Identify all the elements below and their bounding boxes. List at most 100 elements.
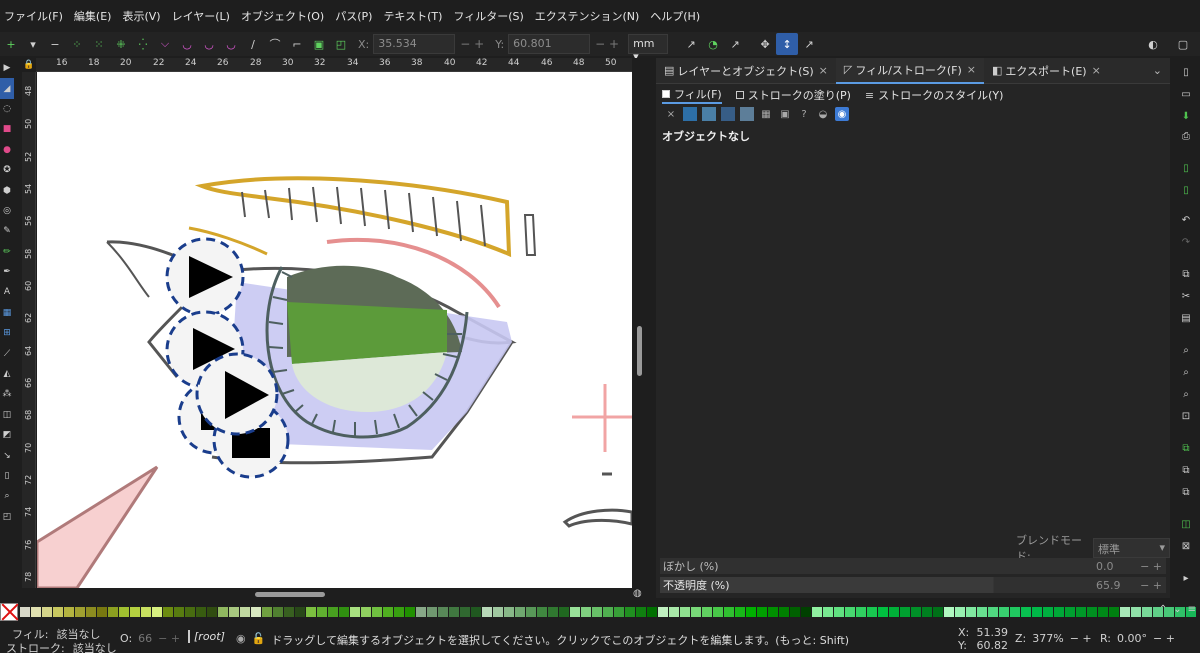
current-layer[interactable]: [root]: [188, 630, 225, 643]
palette-swatch[interactable]: [86, 607, 96, 617]
palette-swatch[interactable]: [867, 607, 877, 617]
node-symmetric-icon[interactable]: ◡: [198, 33, 220, 55]
rotation-stepper[interactable]: − +: [1153, 632, 1175, 645]
delete-node-icon[interactable]: −: [44, 33, 66, 55]
palette-swatch[interactable]: [1065, 607, 1075, 617]
menu-layer[interactable]: レイヤー(L): [172, 8, 230, 24]
pencil-tool-icon[interactable]: ✏: [0, 242, 14, 262]
join-segment-icon[interactable]: ⁜: [110, 33, 132, 55]
text-tool-icon[interactable]: A: [0, 282, 14, 302]
palette-swatch[interactable]: [1087, 607, 1097, 617]
open-document-icon[interactable]: ▭: [1180, 88, 1192, 100]
palette-swatch[interactable]: [966, 607, 976, 617]
palette-swatch[interactable]: [592, 607, 602, 617]
color-managed-icon[interactable]: ◍: [633, 588, 642, 599]
save-icon[interactable]: ⬇: [1180, 110, 1192, 122]
palette-swatch[interactable]: [636, 607, 646, 617]
palette-menu-icon[interactable]: ≡: [1188, 604, 1196, 615]
palette-swatch[interactable]: [504, 607, 514, 617]
mesh-gradient-icon[interactable]: [740, 107, 754, 121]
layer-lock-icon[interactable]: 🔓: [252, 632, 266, 648]
menu-path[interactable]: パス(P): [335, 8, 372, 24]
cut-icon[interactable]: ✂: [1180, 290, 1192, 302]
zoom-page-icon[interactable]: ⌕: [1180, 388, 1192, 400]
spiral-tool-icon[interactable]: ◎: [0, 201, 14, 221]
close-icon[interactable]: ×: [1092, 64, 1101, 77]
palette-swatch[interactable]: [834, 607, 844, 617]
palette-swatch[interactable]: [460, 607, 470, 617]
shape-builder-tool-icon[interactable]: ◫: [0, 405, 14, 425]
palette-swatch[interactable]: [955, 607, 965, 617]
palette-swatch[interactable]: [647, 607, 657, 617]
radial-gradient-icon[interactable]: [721, 107, 735, 121]
mesh-tool-icon[interactable]: ⊞: [0, 323, 14, 343]
palette-swatch[interactable]: [823, 607, 833, 617]
palette-swatch[interactable]: [856, 607, 866, 617]
menu-extensions[interactable]: エクステンション(N): [535, 8, 639, 24]
group-icon[interactable]: ◫: [1180, 518, 1192, 530]
path-effect-icon[interactable]: ◰: [330, 33, 352, 55]
palette-swatch[interactable]: [889, 607, 899, 617]
palette-swatch[interactable]: [295, 607, 305, 617]
palette-swatch[interactable]: [416, 607, 426, 617]
palette-swatch[interactable]: [988, 607, 998, 617]
palette-swatch[interactable]: [251, 607, 261, 617]
palette-swatch[interactable]: [207, 607, 217, 617]
palette-swatch[interactable]: [394, 607, 404, 617]
palette-swatch[interactable]: [1142, 607, 1152, 617]
node-auto-icon[interactable]: ◡: [220, 33, 242, 55]
palette-swatch[interactable]: [878, 607, 888, 617]
menu-filters[interactable]: フィルター(S): [453, 8, 523, 24]
palette-swatch[interactable]: [735, 607, 745, 617]
edit-path-icon[interactable]: ↗: [798, 33, 820, 55]
tab-fill-stroke[interactable]: ◸ フィル/ストローク(F) ×: [835, 57, 984, 84]
zoom-page-width-icon[interactable]: ⊡: [1180, 410, 1192, 422]
segment-line-icon[interactable]: ∕: [242, 33, 264, 55]
dropdown-arrow-icon[interactable]: ▾: [22, 33, 44, 55]
eyebrow-shape[interactable]: [194, 176, 512, 258]
palette-swatch[interactable]: [141, 607, 151, 617]
tab-export[interactable]: ◧ エクスポート(E) ×: [984, 58, 1109, 84]
palette-swatch[interactable]: [1131, 607, 1141, 617]
x-stepper[interactable]: − +: [460, 37, 484, 51]
palette-swatch[interactable]: [999, 607, 1009, 617]
palette-swatch[interactable]: [669, 607, 679, 617]
rotation-value[interactable]: 0.00°: [1117, 632, 1147, 645]
palette-swatch[interactable]: [262, 607, 272, 617]
flat-color-icon[interactable]: [683, 107, 697, 121]
palette-swatch[interactable]: [944, 607, 954, 617]
transform-handles-icon[interactable]: ✥: [754, 33, 776, 55]
palette-swatch[interactable]: [515, 607, 525, 617]
linear-gradient-icon[interactable]: [702, 107, 716, 121]
palette-swatch[interactable]: [801, 607, 811, 617]
drawing-canvas[interactable]: [37, 72, 632, 588]
paint-bucket-tool-icon[interactable]: ◭: [0, 364, 14, 384]
subtab-fill[interactable]: フィル(F): [662, 86, 722, 104]
snap-toggle-icon[interactable]: ◐: [1142, 33, 1164, 55]
unit-select[interactable]: mm ▾: [628, 34, 669, 63]
palette-swatch[interactable]: [922, 607, 932, 617]
pages-tool-icon[interactable]: ▯: [0, 466, 14, 486]
palette-swatch[interactable]: [757, 607, 767, 617]
palette-swatch[interactable]: [548, 607, 558, 617]
y-input[interactable]: 60.801: [508, 34, 591, 54]
palette-up-icon[interactable]: ⌃: [1159, 604, 1167, 615]
zoom-drawing-icon[interactable]: ⌕: [1180, 366, 1192, 378]
unset-paint-icon[interactable]: ?: [797, 107, 811, 121]
show-bbox-icon[interactable]: ↕: [776, 33, 799, 55]
palette-swatch[interactable]: [1043, 607, 1053, 617]
palette-swatch[interactable]: [911, 607, 921, 617]
palette-swatch[interactable]: [42, 607, 52, 617]
nonzero-fill-icon[interactable]: ◉: [835, 107, 849, 121]
palette-swatch[interactable]: [768, 607, 778, 617]
node-cusp-icon[interactable]: ⌵: [154, 33, 176, 55]
join-nodes-icon[interactable]: ⁘: [66, 33, 88, 55]
palette-swatch[interactable]: [900, 607, 910, 617]
undo-icon[interactable]: ↶: [1180, 214, 1192, 226]
palette-swatch[interactable]: [427, 607, 437, 617]
palette-swatch[interactable]: [405, 607, 415, 617]
palette-swatch[interactable]: [383, 607, 393, 617]
blur-stepper[interactable]: − +: [1140, 560, 1162, 573]
eraser-tool-icon[interactable]: ◩: [0, 425, 14, 445]
no-paint-icon[interactable]: ×: [664, 107, 678, 121]
